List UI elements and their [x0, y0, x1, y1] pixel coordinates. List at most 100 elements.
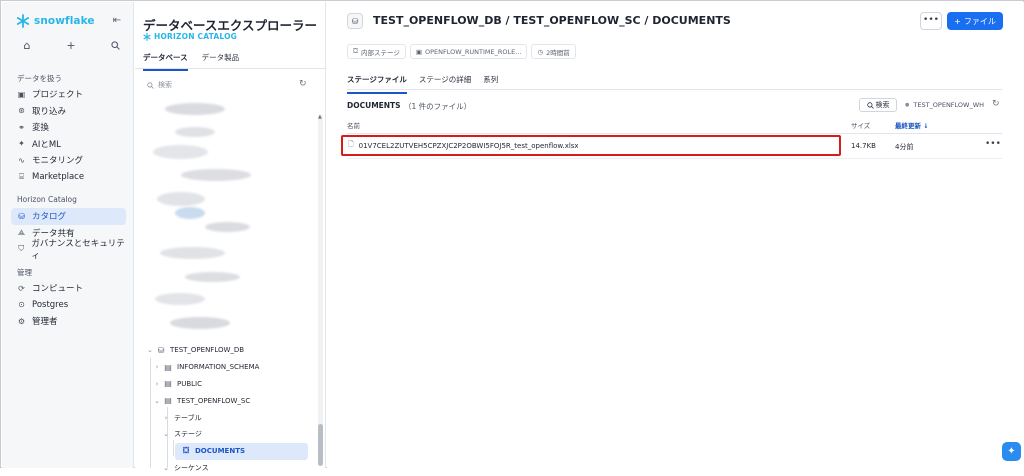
scrollbar-thumb[interactable] [318, 424, 323, 466]
sidebar-item-label: 取り込み [32, 106, 67, 117]
column-header-name[interactable]: 名前 [347, 120, 360, 130]
section-label-admin: 管理 [17, 268, 32, 277]
sidebar-item-label: AIとML [32, 139, 61, 150]
collapse-sidebar-icon[interactable]: ⇤ [110, 14, 124, 28]
sidebar-item-marketplace[interactable]: ⌸ Marketplace [11, 169, 126, 186]
search-icon [866, 101, 874, 109]
chevron-right-icon: › [164, 413, 168, 422]
role-icon: ▣ [415, 47, 422, 56]
breadcrumb: TEST_OPENFLOW_DB / TEST_OPENFLOW_SC / DO… [373, 14, 731, 27]
sidebar-item-label: ガバナンスとセキュリティ [31, 239, 125, 262]
column-header-size[interactable]: サイズ [851, 120, 870, 130]
blurred-tree-region [145, 97, 315, 342]
database-explorer: データベースエクスプローラー HORIZON CATALOG データベース デー… [135, 2, 326, 472]
stage-icon: ⛁ [347, 13, 363, 29]
sidebar-item-label: コンピュート [32, 284, 84, 295]
stage-metadata: ⛋ 内部ステージ ▣ OPENFLOW_RUNTIME_ROLE... ◷ 2時間前 [347, 44, 576, 59]
database-tree: ⌄ ⛁ TEST_OPENFLOW_DB › ▤ INFORMATION_SCH… [135, 342, 313, 476]
share-icon: ⟁ [17, 227, 26, 237]
sidebar-item-compute[interactable]: ⟳ コンピュート [11, 280, 126, 297]
add-file-button[interactable]: + ファイル [947, 12, 1003, 30]
shield-icon: ⛉ [18, 244, 25, 254]
more-options-button[interactable]: ••• [920, 12, 942, 30]
divider [347, 89, 1002, 90]
home-icon[interactable]: ⌂ [20, 38, 34, 52]
file-size: 14.7KB [851, 142, 876, 150]
owner-role-badge: ▣ OPENFLOW_RUNTIME_ROLE... [409, 44, 528, 59]
monitor-icon: ∿ [18, 155, 25, 165]
sidebar-item-ingest[interactable]: ⊛ 取り込み [11, 103, 126, 120]
refresh-icon[interactable]: ↻ [299, 79, 307, 89]
tree-item-documents-stage[interactable]: ⛋ DOCUMENTS [175, 442, 308, 460]
admin-icon: ⚙ [17, 316, 26, 326]
scroll-up-icon[interactable]: ▲ [318, 114, 322, 120]
tab-lineage[interactable]: 系列 [483, 74, 498, 94]
database-icon: ⛁ [18, 211, 25, 221]
file-count: （1 件のファイル） [404, 102, 472, 111]
sidebar-item-monitoring[interactable]: ∿ モニタリング [11, 152, 126, 169]
tree-item-stages[interactable]: ⌄ ステージ [135, 426, 313, 443]
main-content: ⛁ TEST_OPENFLOW_DB / TEST_OPENFLOW_SC / … [327, 2, 1024, 468]
plus-icon: + [954, 16, 961, 26]
nav-admin: ⟳ コンピュート ⊙ Postgres ⚙ 管理者 [11, 280, 126, 330]
tree-item-database[interactable]: ⌄ ⛁ TEST_OPENFLOW_DB [135, 342, 313, 359]
file-updated: 4分前 [895, 143, 914, 151]
stage-type-badge: ⛋ 内部ステージ [347, 44, 406, 59]
compute-icon: ⟳ [18, 283, 25, 293]
clock-icon: ◷ [537, 47, 544, 56]
section-label-work: データを扱う [17, 74, 62, 83]
app-frame: snowflake ⇤ ⌂ + データを扱う ▣ プロジェクト ⊛ 取り込み ⚭ 変換… [0, 0, 1024, 472]
explorer-search-input[interactable]: 検索 [147, 80, 172, 90]
column-header-updated[interactable]: 最終更新 ↓ [895, 120, 929, 130]
search-icon [147, 81, 154, 89]
tree-item-schema[interactable]: › ▤ INFORMATION_SCHEMA [135, 359, 313, 376]
tree-item-schema[interactable]: ⌄ ▤ TEST_OPENFLOW_SC [135, 392, 313, 409]
section-label-horizon: Horizon Catalog [17, 195, 77, 204]
sidebar-item-admin[interactable]: ⚙ 管理者 [11, 313, 126, 330]
project-icon: ▣ [17, 89, 26, 99]
brand-name: snowflake [34, 15, 95, 27]
sidebar-item-transform[interactable]: ⚭ 変換 [11, 119, 126, 136]
file-name: 01V7CEL2ZUTVEH5CPZXJC2P2OBWI5FOJ5R_test_… [358, 141, 579, 150]
nav-horizon: ⛁ カタログ ⟁ データ共有 ⛉ ガバナンスとセキュリティ [11, 208, 126, 261]
brand-logo[interactable]: snowflake [16, 14, 95, 28]
row-more-options-icon[interactable]: ••• [985, 139, 1001, 149]
sidebar-item-label: Marketplace [32, 171, 85, 182]
search-icon[interactable] [108, 38, 122, 52]
divider [347, 158, 1002, 159]
tab-stage-details[interactable]: ステージの詳細 [419, 74, 471, 94]
tree-item-schema[interactable]: › ▤ PUBLIC [135, 376, 313, 393]
sidebar-item-catalog[interactable]: ⛁ カタログ [11, 208, 126, 225]
chevron-down-icon: ⌄ [154, 396, 160, 405]
sidebar-item-governance[interactable]: ⛉ ガバナンスとセキュリティ [11, 239, 126, 261]
marketplace-icon: ⌸ [19, 171, 24, 181]
chevron-right-icon: › [155, 379, 159, 388]
ingest-icon: ⊛ [18, 106, 25, 116]
divider [135, 68, 326, 69]
sidebar-item-ai-ml[interactable]: ✦ AIとML [11, 136, 126, 153]
tree-item-tables[interactable]: › テーブル [135, 409, 313, 426]
explorer-scrollbar[interactable] [318, 114, 323, 466]
search-placeholder: 検索 [158, 81, 172, 89]
file-icon: 🗋 [348, 140, 354, 148]
chevron-down-icon: ⌄ [163, 430, 169, 439]
tab-stage-files[interactable]: ステージファイル [347, 74, 407, 94]
sidebar-item-label: Postgres [32, 299, 69, 310]
stage-icon: ⛋ [353, 47, 358, 55]
sidebar-item-projects[interactable]: ▣ プロジェクト [11, 86, 126, 103]
stage-tabs: ステージファイル ステージの詳細 系列 [347, 74, 498, 94]
add-icon[interactable]: + [64, 38, 78, 52]
warehouse-selector[interactable]: ● TEST_OPENFLOW_WH [905, 101, 984, 109]
search-files-button[interactable]: 検索 [859, 98, 897, 112]
transform-icon: ⚭ [18, 122, 25, 132]
status-dot-icon: ● [905, 102, 910, 108]
sidebar-item-postgres[interactable]: ⊙ Postgres [11, 297, 126, 314]
stage-name-heading: DOCUMENTS [347, 101, 401, 110]
sidebar-item-label: プロジェクト [32, 90, 84, 101]
sidebar-item-label: 管理者 [32, 317, 58, 328]
refresh-icon[interactable]: ↻ [992, 99, 1000, 109]
assistant-button[interactable]: ✦ [1002, 442, 1021, 461]
created-time-badge: ◷ 2時間前 [531, 44, 576, 59]
table-row[interactable]: 🗋 01V7CEL2ZUTVEH5CPZXJC2P2OBWI5FOJ5R_tes… [341, 135, 841, 156]
schema-icon: ▤ [164, 379, 172, 389]
